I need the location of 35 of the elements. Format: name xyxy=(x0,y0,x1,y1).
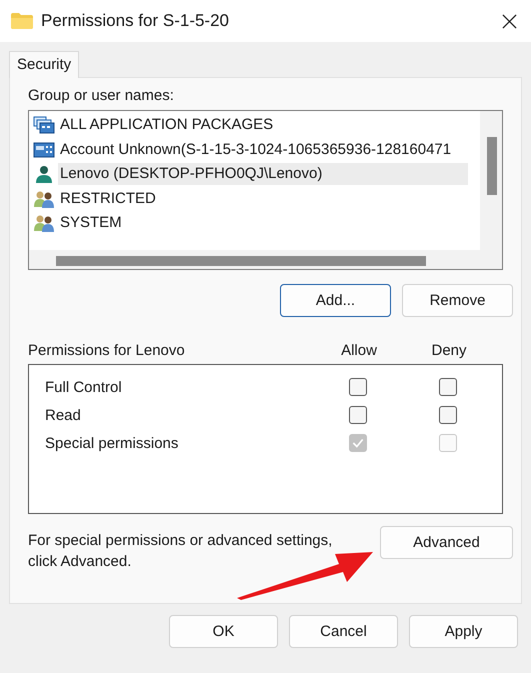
list-item[interactable]: RESTRICTED xyxy=(58,188,158,210)
allow-checkbox[interactable] xyxy=(349,378,367,396)
dialog-button[interactable]: Apply xyxy=(409,615,518,648)
close-icon[interactable] xyxy=(502,14,517,28)
dialog-button[interactable]: Add... xyxy=(280,284,391,317)
users-icon xyxy=(33,214,55,232)
permission-name: Read xyxy=(45,406,82,424)
users-icon xyxy=(33,190,55,208)
column-header: Allow xyxy=(340,342,378,358)
window-title: Permissions for S-1-5-20 xyxy=(41,11,230,31)
deny-checkbox[interactable] xyxy=(439,406,457,424)
advanced-hint: For special permissions or advanced settings, click Advanced. xyxy=(28,531,334,572)
deny-checkbox[interactable] xyxy=(439,378,457,396)
account-icon xyxy=(33,140,55,159)
list-item[interactable]: ALL APPLICATION PACKAGES xyxy=(58,114,276,136)
allow-checkbox[interactable] xyxy=(349,406,367,424)
dialog-button[interactable]: Remove xyxy=(402,284,513,317)
packages-icon xyxy=(33,116,55,134)
column-header: Deny xyxy=(430,342,468,358)
permissions-label: Permissions for Lenovo xyxy=(28,342,186,358)
list-item[interactable]: Account Unknown(S-1-15-3-1024-1065365936-128160471 xyxy=(58,138,454,161)
list-item[interactable]: SYSTEM xyxy=(58,212,124,234)
list-label: Group or user names: xyxy=(28,87,175,106)
dialog-button[interactable]: Cancel xyxy=(289,615,398,648)
folder-icon xyxy=(11,13,33,29)
permission-name: Special permissions xyxy=(45,434,180,452)
scrollbar-thumb[interactable] xyxy=(487,137,497,195)
tab[interactable]: Security xyxy=(9,51,80,78)
list-item[interactable]: Lenovo (DESKTOP-PFHO0QJ\Lenovo) xyxy=(58,163,468,186)
checkmark-icon xyxy=(351,436,365,450)
dialog-button[interactable]: OK xyxy=(169,615,278,648)
user-icon xyxy=(33,165,55,184)
permission-name: Full Control xyxy=(45,378,123,396)
scrollbar-thumb[interactable] xyxy=(56,256,426,266)
advanced-button[interactable]: Advanced xyxy=(380,526,513,559)
